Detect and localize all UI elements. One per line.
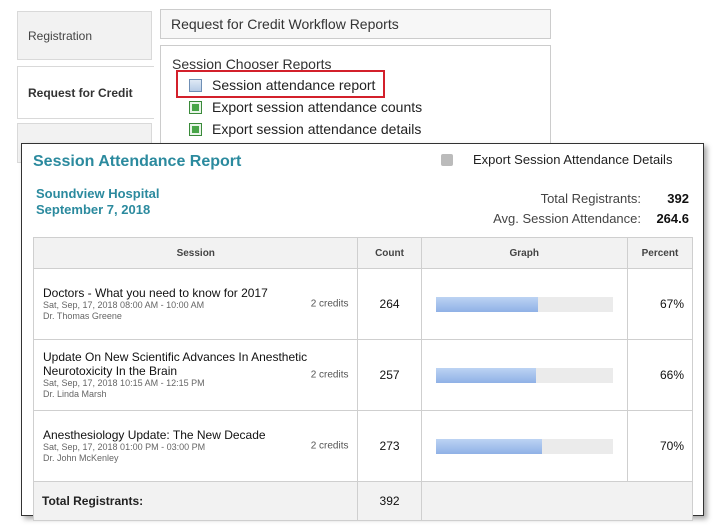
graph-cell — [420, 410, 628, 482]
session-cell: Doctors - What you need to know for 2017… — [32, 268, 359, 340]
session-count: 264 — [357, 268, 422, 340]
session-percent: 67% — [626, 268, 694, 340]
attendance-bar — [435, 367, 537, 383]
organization-name: Soundview Hospital — [36, 186, 160, 201]
col-graph: Graph — [420, 237, 628, 269]
tab-registration-label: Registration — [28, 28, 93, 43]
session-title: Anesthesiology Update: The New Decade — [43, 428, 266, 442]
session-datetime: Sat, Sep, 17, 2018 10:15 AM - 12:15 PM — [43, 378, 205, 388]
table-total-row: Total Registrants: 392 — [32, 481, 694, 521]
excel-icon — [189, 122, 202, 136]
export-details-button[interactable]: Export Session Attendance Details — [441, 152, 672, 167]
report-date: September 7, 2018 — [36, 202, 151, 217]
session-cell: Update On New Scientific Advances In Ane… — [32, 339, 359, 411]
table-row: Doctors - What you need to know for 2017… — [32, 268, 694, 340]
session-speaker: Dr. Linda Marsh — [43, 389, 107, 399]
session-percent: 70% — [626, 410, 694, 482]
stat-avg-attendance: Avg. Session Attendance: 264.6 — [493, 209, 689, 229]
attendance-bar-track — [435, 367, 613, 383]
session-speaker: Dr. Thomas Greene — [43, 311, 122, 321]
table-header-row: Session Count Graph Percent — [32, 237, 694, 269]
col-percent: Percent — [626, 237, 694, 269]
workflow-reports-header: Request for Credit Workflow Reports — [160, 9, 551, 39]
attendance-bar-track — [435, 296, 613, 312]
session-cell: Anesthesiology Update: The New Decade Sa… — [32, 410, 359, 482]
session-count: 257 — [357, 339, 422, 411]
graph-cell — [420, 268, 628, 340]
export-details-label: Export Session Attendance Details — [473, 152, 673, 167]
col-session: Session — [32, 237, 359, 269]
table-row: Anesthesiology Update: The New Decade Sa… — [32, 410, 694, 482]
tab-request-for-credit[interactable]: Request for Credit — [17, 66, 154, 119]
sessions-table: Session Count Graph Percent Doctors - Wh… — [32, 237, 694, 521]
total-row-empty — [420, 481, 694, 521]
export-icon — [441, 153, 453, 166]
session-attendance-report-card: Session Attendance Report Export Session… — [21, 143, 704, 521]
table-row: Update On New Scientific Advances In Ane… — [32, 339, 694, 411]
attendance-bar — [435, 296, 538, 312]
attendance-bar — [435, 438, 543, 454]
graph-cell — [420, 339, 628, 411]
highlight-box — [176, 70, 385, 98]
session-credits: 2 credits — [310, 369, 349, 381]
col-count: Count — [357, 237, 422, 269]
session-title: Update On New Scientific Advances In Ane… — [43, 350, 308, 378]
tab-request-for-credit-label: Request for Credit — [28, 85, 133, 100]
stat-total-registrants-value: 392 — [667, 191, 689, 206]
session-credits: 2 credits — [310, 298, 349, 310]
workflow-reports-title: Request for Credit Workflow Reports — [171, 16, 399, 32]
tab-registration[interactable]: Registration — [17, 11, 152, 60]
report-stats: Total Registrants: 392 Avg. Session Atte… — [493, 189, 689, 229]
session-datetime: Sat, Sep, 17, 2018 08:00 AM - 10:00 AM — [43, 300, 205, 310]
export-attendance-counts-link[interactable]: Export session attendance counts — [189, 99, 422, 115]
export-attendance-details-label: Export session attendance details — [212, 121, 422, 137]
report-title: Session Attendance Report — [33, 153, 242, 170]
total-registrants-label: Total Registrants: — [32, 481, 359, 521]
total-registrants-count: 392 — [357, 481, 422, 521]
report-org-block: Soundview Hospital September 7, 2018 — [36, 186, 160, 218]
export-attendance-details-link[interactable]: Export session attendance details — [189, 121, 421, 137]
stat-avg-attendance-value: 264.6 — [656, 211, 689, 226]
session-count: 273 — [357, 410, 422, 482]
session-credits: 2 credits — [310, 440, 349, 452]
attendance-bar-track — [435, 438, 613, 454]
session-datetime: Sat, Sep, 17, 2018 01:00 PM - 03:00 PM — [43, 442, 206, 452]
stat-total-registrants-label: Total Registrants: — [540, 191, 641, 206]
session-speaker: Dr. John McKenley — [43, 453, 119, 463]
session-title: Doctors - What you need to know for 2017 — [43, 286, 268, 300]
session-percent: 66% — [626, 339, 694, 411]
stat-avg-attendance-label: Avg. Session Attendance: — [493, 211, 641, 226]
stat-total-registrants: Total Registrants: 392 — [493, 189, 689, 209]
export-attendance-counts-label: Export session attendance counts — [212, 99, 423, 115]
excel-icon — [189, 100, 202, 114]
